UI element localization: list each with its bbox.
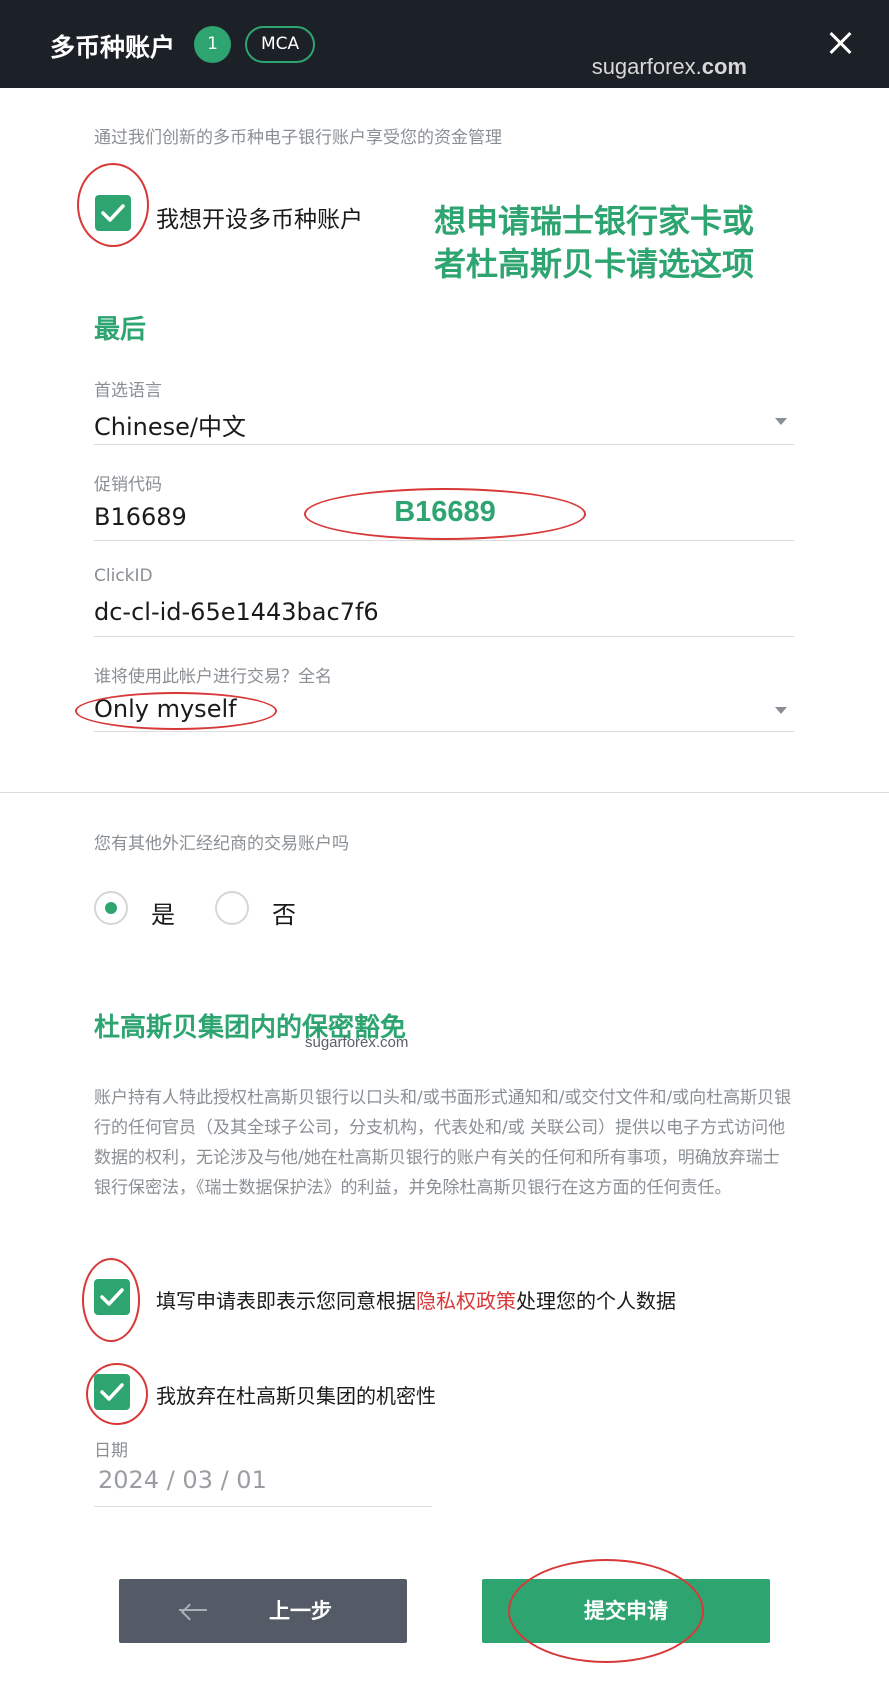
trader-select[interactable]: Only myself <box>94 695 237 723</box>
radio-no-label: 否 <box>272 901 296 929</box>
field-underline <box>94 1506 432 1507</box>
promo-code-input[interactable]: B16689 <box>94 503 187 531</box>
waiver-text: 账户持有人特此授权杜高斯贝银行以口头和/或书面形式通知和/或交付文件和/或向杜高… <box>94 1088 792 1198</box>
checkmark-icon <box>100 1383 124 1401</box>
mca-checkbox[interactable] <box>95 195 131 231</box>
section-title-final: 最后 <box>94 315 147 345</box>
radio-no[interactable] <box>215 891 249 925</box>
chevron-down-icon[interactable] <box>775 707 787 714</box>
submit-button-label: 提交申请 <box>584 1599 668 1623</box>
chevron-down-icon[interactable] <box>775 418 787 425</box>
promo-code-callout: B16689 <box>304 488 586 540</box>
date-label: 日期 <box>94 1441 128 1461</box>
confidentiality-checkbox-label: 我放弃在杜高斯贝集团的机密性 <box>156 1384 436 1408</box>
privacy-checkbox-label: 填写申请表即表示您同意根据隐私权政策处理您的个人数据 <box>156 1289 676 1313</box>
submit-button[interactable]: 提交申请 <box>482 1579 770 1643</box>
back-button[interactable]: 上一步 <box>119 1579 407 1643</box>
close-icon[interactable] <box>825 28 855 58</box>
privacy-checkbox[interactable] <box>94 1279 130 1315</box>
annotation-note: 想申请瑞士银行家卡或 者杜高斯贝卡请选这项 <box>434 200 854 286</box>
language-select[interactable]: Chinese/中文 <box>94 407 246 442</box>
step-count-badge: 1 <box>194 26 231 63</box>
clickid-input[interactable]: dc-cl-id-65e1443bac7f6 <box>94 598 379 626</box>
mca-checkbox-label: 我想开设多币种账户 <box>156 207 363 233</box>
arrow-left-icon <box>179 1609 207 1611</box>
checkmark-icon <box>100 1288 124 1306</box>
privacy-policy-link[interactable]: 隐私权政策 <box>416 1289 516 1313</box>
radio-yes[interactable] <box>94 891 128 925</box>
field-underline <box>94 444 794 445</box>
account-type-tag: MCA <box>245 26 316 63</box>
section-divider <box>0 792 889 793</box>
field-underline <box>94 731 794 732</box>
date-field: 2024 / 03 / 01 <box>98 1466 267 1494</box>
field-underline <box>94 636 794 637</box>
clickid-label: ClickID <box>94 566 153 586</box>
trader-label: 谁将使用此帐户进行交易？全名 <box>94 667 332 687</box>
annotation-line: 者杜高斯贝卡请选这项 <box>434 245 755 283</box>
watermark: sugarforex.com <box>591 54 747 79</box>
annotation-line: 想申请瑞士银行家卡或 <box>434 202 755 240</box>
confidentiality-checkbox[interactable] <box>94 1374 130 1410</box>
field-underline <box>94 540 794 541</box>
modal-title: 多币种账户 <box>50 33 176 62</box>
intro-text: 通过我们创新的多币种电子银行账户享受您的资金管理 <box>94 128 502 148</box>
radio-yes-label: 是 <box>151 901 175 929</box>
checkmark-icon <box>101 204 125 222</box>
modal-header: 多币种账户 1 MCA sugarforex.com <box>0 0 889 88</box>
watermark: sugarforex.com <box>305 1034 409 1051</box>
promo-label: 促销代码 <box>94 475 162 495</box>
language-label: 首选语言 <box>94 381 162 401</box>
back-button-label: 上一步 <box>269 1599 332 1623</box>
other-broker-question: 您有其他外汇经纪商的交易账户吗 <box>94 834 349 854</box>
